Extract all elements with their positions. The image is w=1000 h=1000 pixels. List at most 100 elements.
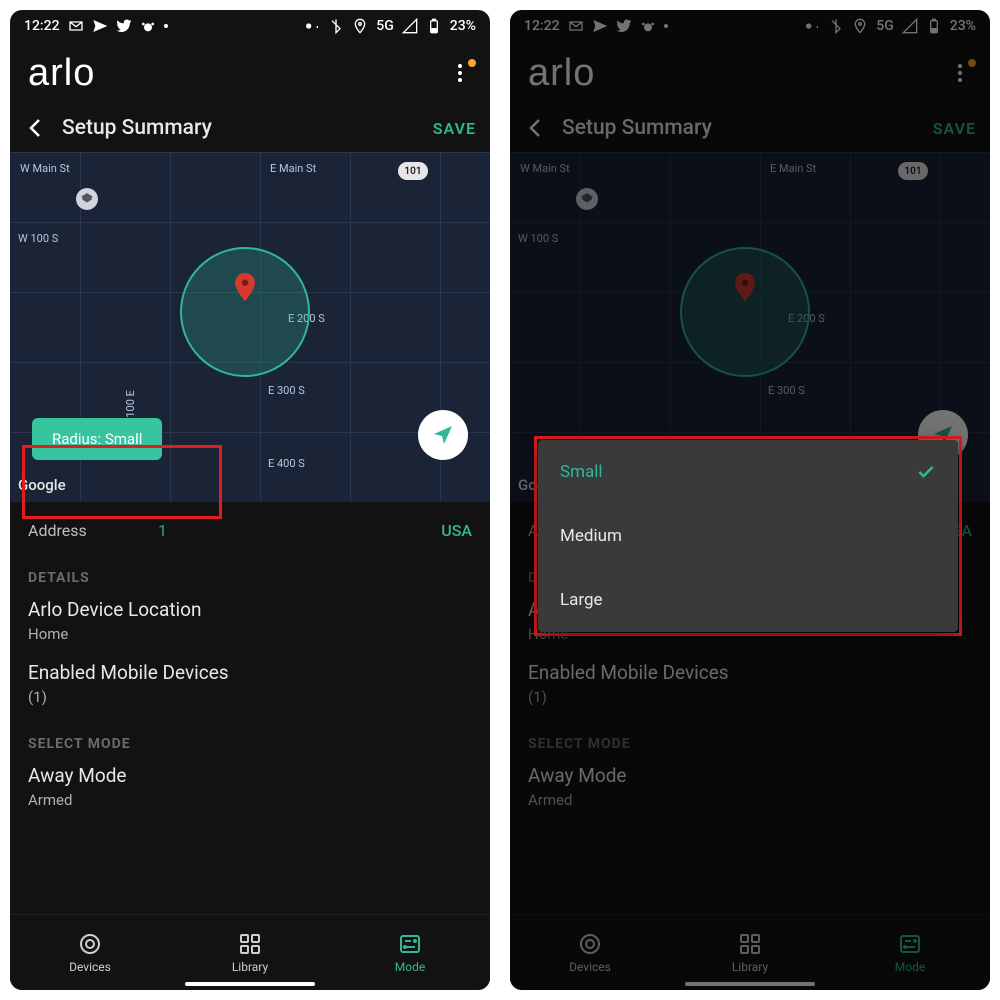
away-mode-row[interactable]: Away Mode Armed — [28, 764, 472, 809]
status-bar: 12:22 5G 23% — [510, 10, 990, 42]
save-button[interactable]: SAVE — [933, 119, 976, 138]
brand-logo: arlo — [28, 52, 95, 95]
save-button[interactable]: SAVE — [433, 119, 476, 138]
address-row[interactable]: Address 1 USA — [10, 502, 490, 558]
nav-label: Devices — [569, 960, 611, 974]
radius-option-large[interactable]: Large — [538, 568, 958, 632]
status-more-dot — [164, 24, 168, 28]
school-icon — [576, 188, 598, 210]
away-mode-row[interactable]: Away Mode Armed — [528, 764, 972, 809]
notification-badge-icon — [968, 59, 976, 67]
gmail-icon — [568, 18, 584, 34]
library-icon — [238, 932, 262, 956]
back-button[interactable] — [524, 116, 548, 140]
section-heading: SELECT MODE — [528, 736, 972, 752]
radius-option-medium[interactable]: Medium — [538, 504, 958, 568]
notification-badge-icon — [468, 59, 476, 67]
street-label: E 400 S — [268, 457, 305, 470]
details-section: DETAILS Arlo Device Location Home Enable… — [10, 558, 490, 706]
back-button[interactable] — [24, 116, 48, 140]
status-time: 12:22 — [524, 18, 560, 34]
nav-mode[interactable]: Mode — [330, 915, 490, 990]
location-icon — [852, 18, 868, 34]
item-subtitle: Home — [28, 625, 472, 643]
street-label: E 300 S — [768, 384, 805, 397]
nav-mode[interactable]: Mode — [830, 915, 990, 990]
address-label: Address — [28, 521, 158, 540]
recenter-button[interactable] — [418, 410, 468, 460]
nav-library[interactable]: Library — [670, 915, 830, 990]
map-attribution: Google — [18, 476, 66, 494]
bottom-nav: Devices Library Mode — [510, 914, 990, 990]
brand-bar: arlo — [510, 42, 990, 104]
radius-option-small[interactable]: Small — [538, 440, 958, 504]
gesture-bar — [185, 982, 315, 986]
library-icon — [738, 932, 762, 956]
route-badge: 101 — [398, 162, 428, 180]
item-title: Arlo Device Location — [28, 598, 472, 621]
nav-label: Library — [732, 960, 768, 974]
phone-right: 12:22 5G 23% arlo Setup Summary — [510, 10, 990, 990]
street-label: W 100 S — [518, 232, 558, 245]
nav-devices[interactable]: Devices — [10, 915, 170, 990]
option-label: Medium — [560, 526, 622, 546]
brand-logo: arlo — [528, 52, 595, 95]
street-label: E Main St — [770, 162, 816, 175]
vpn-key-icon — [804, 18, 820, 34]
battery-icon — [426, 18, 442, 34]
battery-icon — [926, 18, 942, 34]
send-icon — [92, 18, 108, 34]
item-subtitle: (1) — [528, 688, 972, 706]
bottom-nav: Devices Library Mode — [10, 914, 490, 990]
status-time: 12:22 — [24, 18, 60, 34]
reddit-icon — [140, 18, 156, 34]
devices-icon — [578, 932, 602, 956]
location-icon — [352, 18, 368, 34]
brand-bar: arlo — [10, 42, 490, 104]
route-badge: 101 — [898, 162, 928, 180]
nav-label: Mode — [395, 960, 425, 974]
address-value: 1 — [158, 521, 441, 540]
overflow-menu-button[interactable] — [448, 61, 472, 85]
geofence-map[interactable]: W Main St E Main St W 100 S E 200 S E 30… — [10, 152, 490, 502]
nav-label: Devices — [69, 960, 111, 974]
overflow-menu-button[interactable] — [948, 61, 972, 85]
radius-button-label: Radius: Small — [52, 430, 142, 448]
status-bar: 12:22 5G 23% — [10, 10, 490, 42]
signal-icon — [902, 18, 918, 34]
bluetooth-icon — [328, 18, 344, 34]
option-label: Small — [560, 462, 603, 482]
item-subtitle: Armed — [528, 791, 972, 809]
page-header: Setup Summary SAVE — [510, 104, 990, 152]
mode-icon — [898, 932, 922, 956]
geofence-circle — [680, 247, 810, 377]
item-title: Enabled Mobile Devices — [528, 661, 972, 684]
item-title: Away Mode — [28, 764, 472, 787]
vpn-key-icon — [304, 18, 320, 34]
check-icon — [916, 462, 936, 482]
street-label: W Main St — [20, 162, 70, 175]
device-location-row[interactable]: Arlo Device Location Home — [28, 598, 472, 643]
enabled-devices-row[interactable]: Enabled Mobile Devices (1) — [528, 661, 972, 706]
page-header: Setup Summary SAVE — [10, 104, 490, 152]
status-network: 5G — [376, 18, 394, 34]
enabled-devices-row[interactable]: Enabled Mobile Devices (1) — [28, 661, 472, 706]
street-label: W Main St — [520, 162, 570, 175]
reddit-icon — [640, 18, 656, 34]
nav-label: Library — [232, 960, 268, 974]
nav-library[interactable]: Library — [170, 915, 330, 990]
mode-icon — [398, 932, 422, 956]
nav-devices[interactable]: Devices — [510, 915, 670, 990]
street-label: E 300 S — [268, 384, 305, 397]
map-pin-icon — [228, 270, 262, 304]
radius-button[interactable]: Radius: Small — [32, 418, 162, 460]
item-subtitle: (1) — [28, 688, 472, 706]
page-title: Setup Summary — [562, 116, 919, 140]
twitter-icon — [116, 18, 132, 34]
street-label: E Main St — [270, 162, 316, 175]
nav-label: Mode — [895, 960, 925, 974]
bluetooth-icon — [828, 18, 844, 34]
address-suffix: USA — [441, 521, 472, 540]
devices-icon — [78, 932, 102, 956]
school-icon — [76, 188, 98, 210]
